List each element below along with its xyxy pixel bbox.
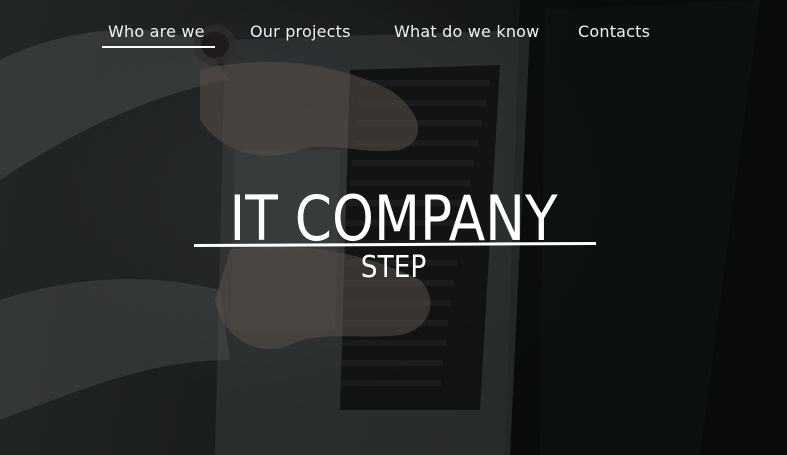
- nav-item-who-are-we[interactable]: Who are we: [102, 22, 215, 48]
- nav-item-contacts[interactable]: Contacts: [578, 22, 650, 41]
- nav-item-what-do-we-know[interactable]: What do we know: [394, 22, 539, 41]
- hero-subtitle: STEP: [360, 250, 427, 285]
- nav-item-our-projects[interactable]: Our projects: [250, 22, 351, 41]
- hero-section: Who are we Our projects What do we know …: [0, 0, 787, 455]
- main-nav: Who are we Our projects What do we know …: [0, 22, 787, 52]
- hero-title: IT COMPANY: [229, 182, 558, 255]
